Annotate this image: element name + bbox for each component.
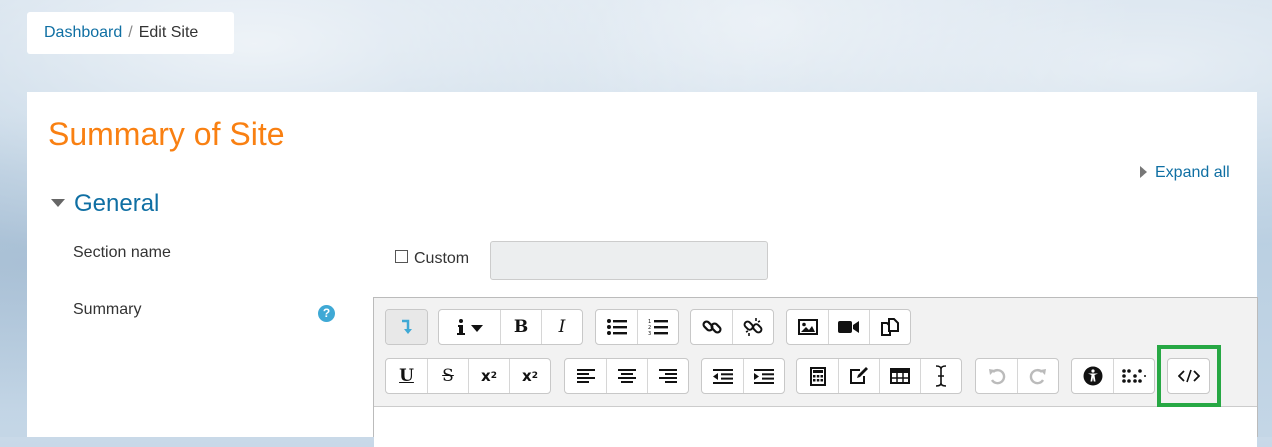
bold-button[interactable]: B [500, 310, 541, 344]
highlight-box [1157, 345, 1221, 407]
numbered-list-icon: 123 [648, 319, 668, 336]
summary-label: Summary [73, 301, 142, 318]
arrow-down-icon [401, 319, 412, 334]
main-content: Summary of Site Expand all General Secti… [27, 92, 1258, 447]
outdent-icon [712, 368, 733, 384]
clear-formatting-button[interactable] [920, 359, 961, 393]
breadcrumb-dashboard-link[interactable]: Dashboard [44, 24, 122, 41]
expand-all-label: Expand all [1155, 164, 1230, 181]
strikethrough-button[interactable]: S [427, 359, 468, 393]
toolbar-group-style: B I [438, 309, 583, 345]
align-center-button[interactable] [606, 359, 647, 393]
image-icon [797, 319, 818, 335]
help-icon[interactable]: ? [318, 305, 335, 322]
paragraph-styles-button[interactable] [439, 310, 500, 344]
unlink-icon [743, 318, 763, 336]
video-camera-icon [838, 321, 859, 333]
caret-right-icon [1140, 165, 1147, 178]
editor-content-area[interactable] [374, 406, 1257, 447]
custom-checkbox[interactable]: Custom [395, 250, 469, 268]
toolbar-group-accessibility [1071, 358, 1155, 394]
breadcrumb: Dashboard / Edit Site [27, 12, 234, 54]
underline-button[interactable]: U [386, 359, 427, 393]
indent-button[interactable] [743, 359, 784, 393]
align-left-button[interactable] [565, 359, 606, 393]
expand-all-link[interactable]: Expand all [1140, 164, 1230, 182]
breadcrumb-separator: / [128, 24, 133, 41]
manage-files-button[interactable] [869, 310, 910, 344]
info-dropdown-icon [456, 319, 483, 335]
italic-button[interactable]: I [541, 310, 582, 344]
media-button[interactable] [828, 310, 869, 344]
equation-button[interactable] [797, 359, 838, 393]
section-toggle-general[interactable]: General [51, 190, 159, 218]
page-title: Summary of Site [48, 116, 285, 152]
bullet-list-icon [606, 319, 627, 335]
section-name-input[interactable] [490, 241, 768, 280]
toolbar-group-links [690, 309, 774, 345]
undo-button[interactable] [976, 359, 1017, 393]
superscript-button[interactable]: x2 [509, 359, 550, 393]
image-button[interactable] [787, 310, 828, 344]
copy-files-icon [881, 318, 899, 336]
accessibility-icon [1083, 366, 1102, 386]
toolbar-group-history [975, 358, 1059, 394]
redo-icon [1029, 369, 1046, 385]
toolbar-group-lists: 123 [595, 309, 679, 345]
toolbar-group-collapse [385, 309, 428, 345]
pencil-square-icon [850, 367, 868, 384]
custom-label: Custom [414, 250, 470, 267]
align-right-icon [659, 369, 677, 383]
collapse-toggle-button[interactable] [386, 310, 427, 344]
align-left-icon [576, 369, 595, 383]
undo-icon [988, 369, 1005, 385]
link-icon [701, 320, 722, 334]
screenreader-helper-button[interactable] [1113, 359, 1154, 393]
unlink-button[interactable] [732, 310, 773, 344]
unordered-list-button[interactable] [596, 310, 637, 344]
align-right-button[interactable] [647, 359, 688, 393]
special-characters-button[interactable] [838, 359, 879, 393]
redo-button[interactable] [1017, 359, 1058, 393]
breadcrumb-current: Edit Site [138, 24, 199, 41]
caret-down-icon [51, 198, 65, 207]
svg-text:3: 3 [648, 331, 651, 336]
outdent-button[interactable] [702, 359, 743, 393]
link-button[interactable] [691, 310, 732, 344]
table-button[interactable] [879, 359, 920, 393]
calculator-icon [809, 366, 826, 386]
section-name-label: Section name [73, 244, 171, 261]
section-title: General [74, 190, 160, 217]
toolbar-group-align [564, 358, 689, 394]
text-cursor-icon [935, 365, 947, 387]
checkbox-icon[interactable] [395, 250, 408, 264]
subscript-button[interactable]: x2 [468, 359, 509, 393]
toolbar-group-text: U S x2 x2 [385, 358, 551, 394]
toolbar-group-insert [796, 358, 962, 394]
align-center-icon [618, 369, 636, 383]
table-icon [890, 368, 910, 384]
ordered-list-button[interactable]: 123 [637, 310, 678, 344]
braille-icon [1122, 369, 1146, 383]
accessibility-checker-button[interactable] [1072, 359, 1113, 393]
indent-icon [754, 368, 774, 384]
toolbar-group-media [786, 309, 911, 345]
toolbar-group-indent [701, 358, 785, 394]
